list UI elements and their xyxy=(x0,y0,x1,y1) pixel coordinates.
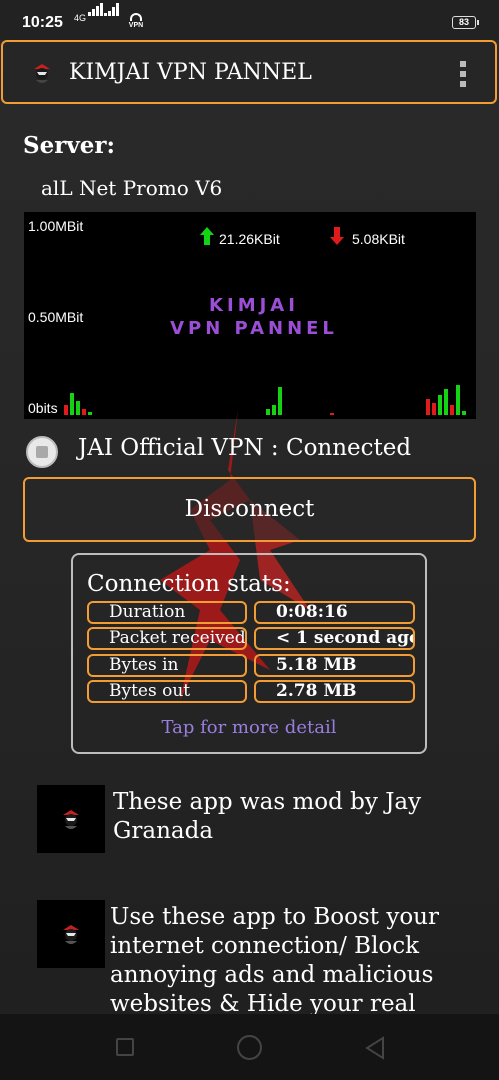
recent-apps-button[interactable] xyxy=(116,1038,134,1056)
traffic-bar xyxy=(76,401,80,415)
connection-status-text: JAI Official VPN : Connected xyxy=(78,435,412,461)
vpn-label: VPN xyxy=(128,22,144,29)
info-item-logo xyxy=(37,900,105,968)
network-type: 4G xyxy=(74,13,87,23)
y-axis-label-mid: 0.50MBit xyxy=(28,309,84,325)
traffic-bar xyxy=(462,411,466,415)
traffic-bar xyxy=(438,395,442,415)
download-arrow-icon xyxy=(330,227,344,245)
traffic-bar xyxy=(330,413,334,415)
stat-label-packet-received: Packet received xyxy=(87,627,247,650)
traffic-bar xyxy=(272,405,276,415)
app-logo-icon xyxy=(34,64,50,83)
traffic-graph: 1.00MBit 0.50MBit 0bits 21.26KBit 5.08KB… xyxy=(24,212,476,419)
traffic-bar xyxy=(266,409,270,415)
traffic-bar xyxy=(444,389,448,415)
traffic-bar xyxy=(70,393,74,415)
y-axis-label-min: 0bits xyxy=(28,400,58,416)
stat-value-packet-received: < 1 second ago xyxy=(254,627,415,650)
stat-value-bytes-in: 5.18 MB xyxy=(254,654,415,677)
stat-label-duration: Duration xyxy=(87,601,247,624)
home-button[interactable] xyxy=(237,1035,262,1060)
status-bar: 10:25 4G VPN 83 xyxy=(0,0,499,40)
traffic-bar xyxy=(278,387,282,415)
traffic-bar xyxy=(64,405,68,415)
overflow-menu-button[interactable] xyxy=(451,56,475,92)
upload-speed: 21.26KBit xyxy=(219,231,280,247)
stat-value-bytes-out: 2.78 MB xyxy=(254,680,415,703)
battery-level: 83 xyxy=(458,17,469,27)
hacker-logo-icon xyxy=(63,810,79,829)
system-nav-bar xyxy=(0,1014,499,1080)
traffic-bar xyxy=(456,385,460,415)
disconnect-button[interactable]: Disconnect xyxy=(23,477,476,542)
connection-status-icon xyxy=(26,436,58,468)
stat-value-duration: 0:08:16 xyxy=(254,601,415,624)
battery-icon: 83 xyxy=(452,16,479,29)
info-item-text: These app was mod by Jay Granada xyxy=(113,789,422,844)
traffic-bar xyxy=(450,405,454,415)
stats-title: Connection stats: xyxy=(87,571,291,597)
y-axis-label-max: 1.00MBit xyxy=(28,218,84,234)
traffic-bar xyxy=(82,409,86,415)
app-toolbar: KIMJAI VPN PANNEL xyxy=(1,40,497,104)
traffic-bar xyxy=(426,399,430,415)
graph-watermark: KIMJAI VPN PANNEL xyxy=(104,294,404,340)
stat-label-bytes-in: Bytes in xyxy=(87,654,247,677)
info-item-text: Use these app to Boost your internet con… xyxy=(110,904,439,1014)
app-title: KIMJAI VPN PANNEL xyxy=(69,60,312,85)
hacker-logo-icon xyxy=(63,925,79,944)
status-time: 10:25 xyxy=(22,14,63,31)
watermark-line1: KIMJAI xyxy=(209,295,299,316)
stat-label-bytes-out: Bytes out xyxy=(87,680,247,703)
traffic-bar xyxy=(88,412,92,415)
more-detail-link[interactable]: Tap for more detail xyxy=(73,717,425,738)
traffic-bar xyxy=(432,403,436,415)
download-speed: 5.08KBit xyxy=(352,231,405,247)
vpn-key-icon: VPN xyxy=(126,13,146,33)
upload-arrow-icon xyxy=(200,227,214,245)
watermark-line2: VPN PANNEL xyxy=(170,318,338,339)
server-heading: Server: xyxy=(23,132,115,159)
back-button[interactable] xyxy=(364,1036,386,1060)
server-name[interactable]: alL Net Promo V6 xyxy=(41,176,222,200)
info-item-logo xyxy=(37,785,105,853)
connection-stats-card[interactable]: Connection stats: Duration 0:08:16 Packe… xyxy=(71,553,427,754)
